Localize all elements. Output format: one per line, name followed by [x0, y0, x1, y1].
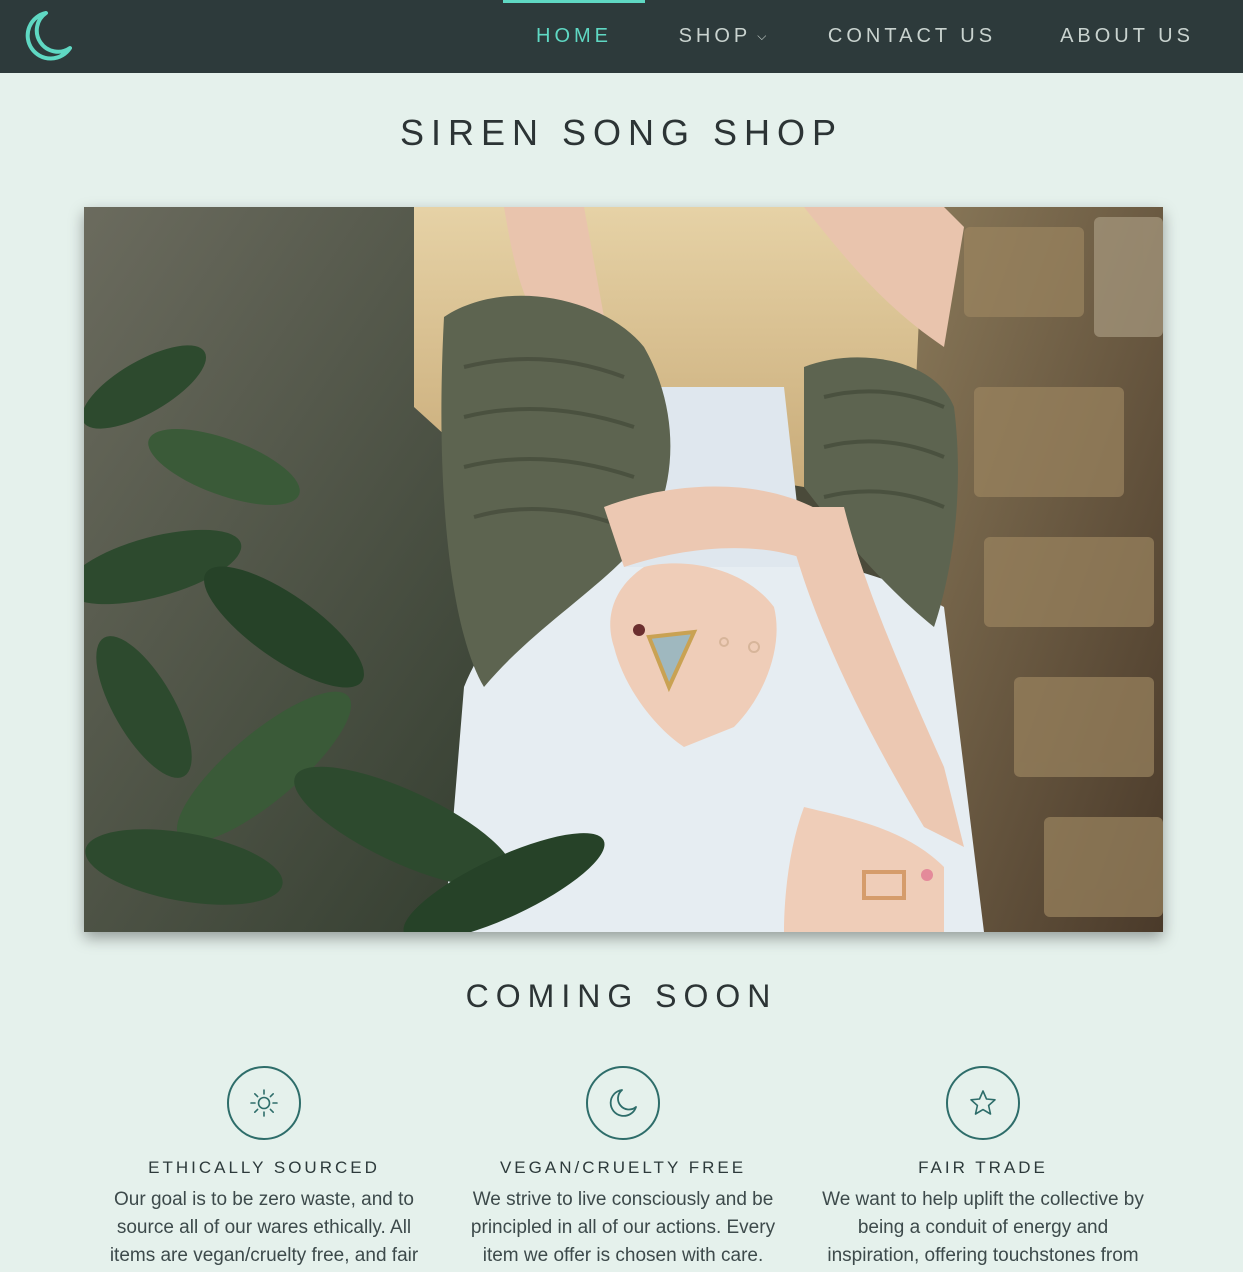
nav-contact-us[interactable]: CONTACT US: [812, 0, 1012, 73]
crescent-moon-logo-icon[interactable]: [22, 10, 72, 62]
feature-text: Our goal is to be zero waste, and to sou…: [109, 1189, 419, 1266]
page-title: SIREN SONG SHOP: [399, 112, 844, 153]
nav-about-us[interactable]: ABOUT US: [1042, 0, 1212, 73]
feature-title: FAIR TRADE: [918, 1158, 1048, 1177]
sun-icon: [227, 1066, 301, 1140]
moon-icon: [586, 1066, 660, 1140]
nav-shop[interactable]: SHOP ⌵: [660, 0, 785, 73]
star-icon: [946, 1066, 1020, 1140]
feature-vegan-cruelty-free: VEGAN/CRUELTY FREE We strive to live con…: [453, 1066, 793, 1270]
nav-home[interactable]: HOME: [503, 0, 645, 73]
nav-home-label: HOME: [536, 25, 612, 47]
feature-text: We want to help uplift the collective by…: [822, 1189, 1144, 1266]
hero-image: [84, 207, 1163, 932]
feature-title: VEGAN/CRUELTY FREE: [499, 1158, 747, 1177]
nav-about-label: ABOUT US: [1060, 25, 1194, 47]
feature-fair-trade: FAIR TRADE We want to help uplift the co…: [813, 1066, 1153, 1270]
top-navbar: HOME SHOP ⌵ CONTACT US ABOUT US: [0, 0, 1243, 73]
nav-contact-label: CONTACT US: [827, 25, 997, 47]
coming-soon-heading: COMING SOON: [465, 978, 778, 1014]
feature-title: ETHICALLY SOURCED: [148, 1158, 380, 1177]
nav-shop-label: SHOP: [678, 25, 752, 47]
feature-ethically-sourced: ETHICALLY SOURCED Our goal is to be zero…: [94, 1066, 434, 1270]
feature-text: We strive to live consciously and be pri…: [470, 1189, 776, 1266]
chevron-down-icon: ⌵: [757, 29, 767, 43]
